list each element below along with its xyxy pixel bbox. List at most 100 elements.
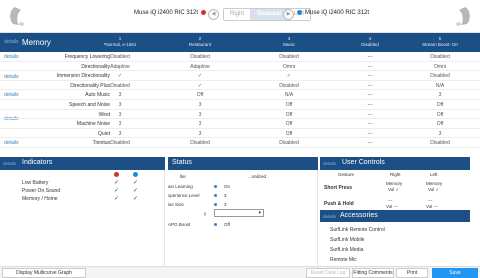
check-icon[interactable]: ✓ bbox=[114, 187, 119, 194]
save-button[interactable]: Save bbox=[432, 268, 478, 278]
status-value: 3 bbox=[224, 193, 227, 198]
table-cell: --- bbox=[367, 140, 373, 147]
status-value: ...nalized bbox=[248, 174, 267, 179]
print-button[interactable]: Print bbox=[396, 268, 428, 278]
status-header: Status bbox=[168, 157, 318, 170]
table-cell: Disabled bbox=[279, 82, 299, 89]
table-cell: 3 bbox=[198, 111, 202, 118]
check-icon[interactable]: ✓ bbox=[133, 195, 138, 202]
table-cell: --- bbox=[367, 92, 373, 99]
accessories-header: details Accessories bbox=[320, 210, 470, 222]
left-device-label: Muse iQ i2400 RIC 312t bbox=[134, 10, 207, 16]
table-cell: Off bbox=[436, 111, 444, 118]
chevron-down-icon: ▾ bbox=[258, 210, 261, 216]
check-icon[interactable]: ✓ bbox=[133, 179, 138, 186]
table-cell: --- bbox=[367, 111, 373, 118]
side-right-button[interactable]: Right bbox=[224, 9, 252, 20]
table-cell: Off bbox=[285, 130, 293, 137]
table-cell: N/A bbox=[435, 82, 445, 89]
right-control[interactable]: --- bbox=[388, 198, 393, 203]
status-label: APO Boost bbox=[168, 222, 191, 227]
gesture-header: Gesture bbox=[338, 172, 355, 177]
table-cell: Off bbox=[436, 101, 444, 108]
table-cell: Omni bbox=[434, 63, 446, 70]
memory-details-link[interactable]: details bbox=[4, 39, 18, 45]
status-label: xperience Level bbox=[168, 193, 200, 198]
table-row: Tinnitus Disabled Disabled Disabled --- … bbox=[0, 138, 480, 148]
table-cell: 3 bbox=[198, 130, 202, 137]
status-label: ller bbox=[180, 174, 187, 179]
indicator-label: Memory / Home bbox=[22, 196, 58, 202]
table-row: Directionality Adaptive Adaptive Omni --… bbox=[0, 62, 480, 72]
device-toolbar: Muse iQ i2400 RIC 312t ◀ Right Binaural … bbox=[0, 0, 480, 33]
accessory-item: SurfLink Mobile bbox=[330, 237, 365, 243]
table-cell: ✓ bbox=[286, 73, 292, 80]
left-control[interactable]: Vol --- bbox=[426, 204, 438, 209]
user-controls-panel: Gesture Right Left Short Press Memory Vo… bbox=[320, 170, 470, 210]
check-icon[interactable]: ✓ bbox=[114, 179, 119, 186]
status-value: Off bbox=[224, 222, 230, 227]
table-cell: Disabled bbox=[110, 140, 130, 147]
status-dot bbox=[214, 185, 217, 188]
memory-column-5[interactable]: 5 Stream Boost: On bbox=[400, 36, 480, 48]
table-cell: 3 bbox=[198, 121, 202, 128]
left-control[interactable]: Vol ✓ bbox=[428, 187, 439, 193]
indicators-title: Indicators bbox=[22, 159, 53, 166]
status-dropdown[interactable]: ▾ bbox=[214, 209, 264, 217]
table-row: Machine Noise 3 3 Off --- Off bbox=[0, 119, 480, 129]
memory-column-4[interactable]: 4 Disabled bbox=[330, 36, 410, 48]
table-cell: Disabled bbox=[279, 54, 299, 60]
accessories-details-link[interactable]: details bbox=[323, 214, 336, 219]
table-cell: --- bbox=[367, 121, 373, 128]
memory-column-1[interactable]: 1 *Normal, e-1551 bbox=[80, 36, 160, 48]
left-control[interactable]: Memory bbox=[426, 181, 442, 186]
right-ear-dot bbox=[297, 10, 302, 15]
status-label: ain Learning bbox=[168, 184, 193, 189]
right-control[interactable]: Vol --- bbox=[386, 204, 398, 209]
check-icon[interactable]: ✓ bbox=[133, 187, 138, 194]
right-header: Right bbox=[390, 172, 401, 177]
table-cell: 3 bbox=[198, 101, 202, 108]
indicators-details-link[interactable]: details bbox=[3, 161, 16, 166]
indicator-label: Power On Sound bbox=[22, 188, 61, 194]
table-cell: Off bbox=[196, 92, 204, 99]
memory-table: details details details details details … bbox=[0, 52, 480, 148]
status-label: y bbox=[204, 211, 207, 216]
table-row: Wind 3 3 Off --- Off bbox=[0, 110, 480, 120]
multicurve-graph-button[interactable]: Display Multicurve Graph bbox=[2, 268, 86, 278]
left-control[interactable]: --- bbox=[428, 198, 433, 203]
table-cell: Off bbox=[436, 121, 444, 128]
user-controls-details-link[interactable]: details bbox=[323, 161, 336, 166]
table-cell: --- bbox=[367, 54, 373, 60]
table-cell: Adaptive bbox=[190, 63, 210, 70]
user-controls-title: User Controls bbox=[342, 159, 385, 166]
right-control[interactable]: Vol ✓ bbox=[388, 187, 399, 193]
memory-column-3[interactable]: 3 Music bbox=[249, 36, 329, 48]
fitting-comments-button[interactable]: Fitting Comments bbox=[352, 268, 394, 278]
reset-data-log-button[interactable]: Reset Data Log bbox=[306, 268, 350, 278]
previous-button[interactable]: ◀ bbox=[208, 9, 219, 20]
indicators-header: details Indicators bbox=[0, 157, 165, 170]
memory-title: Memory bbox=[22, 38, 51, 47]
footer-bar: Display Multicurve Graph Reset Data Log … bbox=[0, 266, 480, 278]
table-cell: Disabled bbox=[430, 73, 450, 80]
status-value: On bbox=[224, 184, 231, 189]
check-icon[interactable]: ✓ bbox=[114, 195, 119, 202]
status-dot bbox=[214, 194, 217, 197]
table-cell: --- bbox=[367, 101, 373, 108]
table-cell: 3 bbox=[118, 130, 122, 137]
memory-column-2[interactable]: 2 Restaurant bbox=[160, 36, 240, 48]
accessories-title: Accessories bbox=[340, 212, 378, 219]
status-value: 3 bbox=[224, 202, 227, 207]
right-control[interactable]: Memory bbox=[386, 181, 402, 186]
next-button[interactable]: ▶ bbox=[283, 9, 294, 20]
left-hearing-aid-icon[interactable] bbox=[5, 4, 29, 28]
left-ear-dot bbox=[201, 10, 207, 15]
table-cell: Omni bbox=[283, 63, 295, 70]
right-hearing-aid-icon[interactable] bbox=[451, 4, 475, 28]
table-cell: Disabled bbox=[190, 140, 210, 147]
accessory-item: SurfLink Media bbox=[330, 247, 364, 253]
table-cell: 3 bbox=[438, 92, 442, 99]
table-row: Immersion Directionality ✓ ✓ ✓ --- Disab… bbox=[0, 71, 480, 81]
table-cell: Adaptive bbox=[110, 63, 130, 70]
